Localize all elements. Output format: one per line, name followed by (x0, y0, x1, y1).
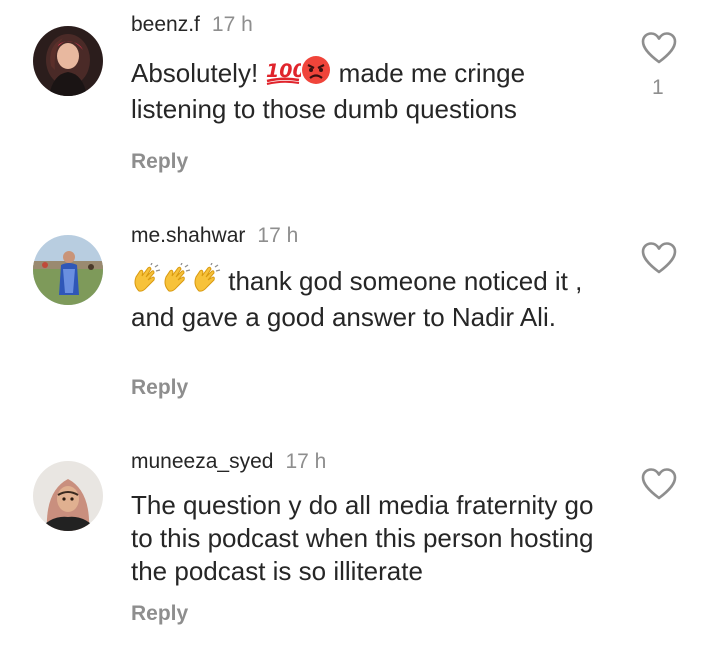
username[interactable]: beenz.f (131, 13, 200, 36)
avatar[interactable] (33, 235, 103, 305)
username[interactable]: muneeza_syed (131, 450, 273, 473)
reply-button[interactable]: Reply (131, 376, 188, 400)
clapping-hands-emoji (191, 262, 221, 301)
avatar-image (33, 235, 103, 305)
reply-button[interactable]: Reply (131, 602, 188, 626)
comment-meta: me.shahwar 17 h (131, 224, 298, 248)
timestamp: 17 h (285, 450, 327, 473)
comment-text: thank god someone noticed it , and gave … (131, 262, 621, 334)
timestamp: 17 h (211, 13, 253, 36)
angry-face-emoji (301, 55, 331, 93)
avatar[interactable] (33, 461, 103, 531)
username[interactable]: me.shahwar (131, 224, 245, 247)
comment-text: Absolutely! 100 made me cringe listening… (131, 55, 621, 126)
heart-icon (641, 242, 677, 274)
comment-text: The question y do all media fraternity g… (131, 490, 594, 586)
heart-icon (641, 468, 677, 500)
heart-icon (641, 32, 677, 64)
like-button[interactable] (641, 241, 677, 275)
comment-meta: beenz.f 17 h (131, 13, 253, 37)
like-button[interactable] (641, 467, 677, 501)
avatar-image (33, 461, 103, 531)
reply-button[interactable]: Reply (131, 150, 188, 174)
timestamp: 17 h (257, 224, 299, 247)
hundred-points-emoji: 100 (265, 57, 306, 93)
clapping-hands-emoji (161, 262, 191, 301)
avatar-image (33, 26, 103, 96)
clapping-hands-emoji (131, 262, 161, 301)
like-count: 1 (652, 76, 664, 99)
like-button[interactable] (641, 31, 677, 65)
avatar[interactable] (33, 26, 103, 96)
comment-meta: muneeza_syed 17 h (131, 450, 326, 474)
comment-text-part: Absolutely! (131, 58, 259, 88)
